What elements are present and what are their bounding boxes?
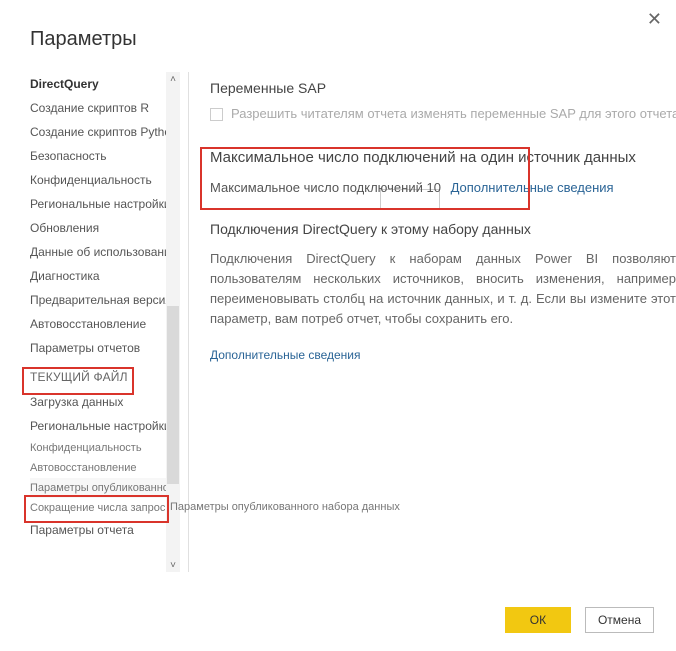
sidebar-item-r-scripts[interactable]: Создание скриптов R (30, 96, 180, 120)
sidebar-item-autorecover[interactable]: Автовосстановление (30, 312, 180, 336)
content-pane: Переменные SAP Разрешить читателям отчет… (210, 80, 676, 362)
scroll-thumb[interactable] (167, 306, 179, 484)
maxconn-more-link[interactable]: Дополнительные сведения (451, 180, 614, 195)
sidebar-item-privacy2[interactable]: Конфиденциальность (30, 438, 180, 458)
sidebar-item-published-dataset-overflow: Параметры опубликованного набора данных (170, 501, 400, 513)
ok-button[interactable]: ОК (505, 607, 571, 633)
sidebar-item-updates[interactable]: Обновления (30, 216, 180, 240)
sidebar-item-data-load[interactable]: Загрузка данных (30, 390, 180, 414)
sidebar-item-preview[interactable]: Предварительная версия функций (30, 288, 180, 312)
scroll-down-icon[interactable]: ˅ (166, 558, 180, 572)
dq-connections-paragraph: Подключения DirectQuery к наборам данных… (210, 249, 676, 330)
sidebar-item-regional[interactable]: Региональные настройки (30, 192, 180, 216)
sidebar-scrollbar[interactable]: ˄ ˅ (166, 72, 180, 572)
maxconn-value: 10 (426, 180, 440, 195)
maxconn-label: Максимальное число подключений (210, 180, 423, 195)
close-icon[interactable]: ✕ (647, 10, 662, 28)
dq-connections-title: Подключения DirectQuery к этому набору д… (210, 221, 676, 237)
dialog-footer: ОК Отмена (505, 607, 654, 633)
dialog-title: Параметры (30, 28, 137, 51)
sidebar-item-autorecover2[interactable]: Автовосстановление (30, 458, 180, 478)
sidebar-item-security[interactable]: Безопасность (30, 144, 180, 168)
sidebar-item-python-scripts[interactable]: Создание скриптов Python (30, 120, 180, 144)
vertical-divider (188, 72, 189, 572)
dq-more-link[interactable]: Дополнительные сведения (210, 348, 360, 362)
sidebar-section-current-file: ТЕКУЩИЙ ФАЙЛ (30, 360, 180, 390)
sidebar-item-report-settings[interactable]: Параметры отчетов (30, 336, 180, 360)
scroll-up-icon[interactable]: ˄ (166, 72, 180, 86)
sap-allow-checkbox[interactable] (210, 108, 223, 121)
sidebar: DirectQuery Создание скриптов R Создание… (30, 72, 180, 572)
sidebar-item-directquery[interactable]: DirectQuery (30, 72, 180, 96)
sidebar-item-report2[interactable]: Параметры отчета (30, 518, 180, 542)
sidebar-item-privacy[interactable]: Конфиденциальность (30, 168, 180, 192)
sidebar-item-regional2[interactable]: Региональные настройки (30, 414, 180, 438)
sidebar-item-diagnostics[interactable]: Диагностика (30, 264, 180, 288)
maxconn-title: Максимальное число подключений на один и… (210, 149, 676, 166)
sap-variables-title: Переменные SAP (210, 80, 676, 96)
cancel-button[interactable]: Отмена (585, 607, 654, 633)
sidebar-item-usage[interactable]: Данные об использовании (30, 240, 180, 264)
sidebar-item-query-reduction[interactable]: Сокращение числа запросов (30, 498, 180, 518)
sap-allow-label: Разрешить читателям отчета изменять пере… (231, 106, 676, 121)
sidebar-item-published-dataset[interactable]: Параметры опубликованного набора данных (30, 478, 180, 498)
